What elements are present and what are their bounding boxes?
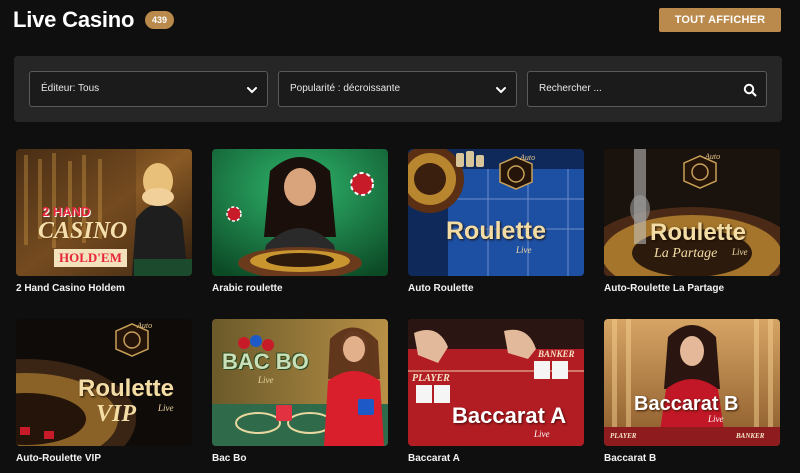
popularity-dropdown[interactable]: Popularité : décroissante [278,71,517,107]
thumb-banker: BANKER [538,349,575,359]
thumb-live: Live [732,247,748,257]
popularity-dropdown-label: Popularité : décroissante [290,83,401,94]
thumb-live: Live [158,403,174,413]
thumb-auto: Auto [705,152,721,161]
game-tile[interactable]: Arabic roulette [212,149,388,294]
chevron-down-icon [496,87,506,94]
thumb-player: PLAYER [412,373,450,384]
game-name: Auto Roulette [408,283,474,294]
game-name: Arabic roulette [212,283,283,294]
search-input[interactable]: Rechercher ... [527,71,767,107]
thumb-auto: Auto [137,321,153,330]
game-tile[interactable]: Baccarat B Live PLAYER BANKER Baccarat B [604,319,780,464]
game-count-badge: 439 [145,11,175,29]
game-tile[interactable]: BAC BO Live Bac Bo [212,319,388,464]
thumb-live: Live [534,429,550,439]
game-thumbnail: Auto Roulette Live [408,149,584,276]
thumb-player: PLAYER [610,432,637,440]
editor-dropdown-label: Éditeur: Tous [41,83,100,94]
page-title: Live Casino [13,7,135,32]
thumb-bac-bo: BAC BO [222,349,309,374]
game-thumbnail: Auto Roulette VIP Live [16,319,192,446]
thumb-live: Live [516,245,532,255]
thumb-roulette: Roulette [650,219,746,246]
game-tile[interactable]: 2 HAND CASINO HOLD'EM 2 Hand Casino Hold… [16,149,192,294]
game-name: Baccarat B [604,453,657,464]
game-name: Auto-Roulette La Partage [604,283,725,294]
game-name: Auto-Roulette VIP [16,453,101,464]
thumb-live: Live [708,414,724,424]
game-thumbnail: Auto Roulette La Partage Live [604,149,780,276]
game-name: Baccarat A [408,453,460,464]
game-thumbnail [212,149,388,276]
search-placeholder: Rechercher ... [539,83,602,94]
page-header: Live Casino 439 TOUT AFFICHER [0,0,800,44]
thumb-baccarat-a: Baccarat A [452,403,567,428]
thumb-baccarat-b: Baccarat B [634,393,739,415]
game-tile[interactable]: Auto Roulette Live Auto Roulette [408,149,584,294]
chevron-down-icon [247,87,257,94]
search-icon [743,83,757,97]
thumb-title-holdem: HOLD'EM [54,249,127,267]
game-name: Bac Bo [212,453,247,464]
thumb-banker: BANKER [736,432,765,440]
thumb-live: Live [258,375,274,385]
filter-panel: Éditeur: Tous Popularité : décroissante … [14,56,782,122]
game-thumbnail: 2 HAND CASINO HOLD'EM [16,149,192,276]
game-thumbnail: PLAYER BANKER Baccarat A Live [408,319,584,446]
thumb-auto: Auto [520,153,536,162]
game-thumbnail: BAC BO Live [212,319,388,446]
game-name: 2 Hand Casino Holdem [16,283,125,294]
game-tile[interactable]: Auto Roulette VIP Live Auto-Roulette VIP [16,319,192,464]
game-thumbnail: Baccarat B Live PLAYER BANKER [604,319,780,446]
thumb-roulette: Roulette [446,217,546,245]
thumb-title-casino: CASINO [38,218,128,244]
thumb-roulette: Roulette [78,375,174,402]
game-tile[interactable]: PLAYER BANKER Baccarat A Live Baccarat A [408,319,584,464]
game-tile[interactable]: Auto Roulette La Partage Live Auto-Roule… [604,149,780,294]
editor-dropdown[interactable]: Éditeur: Tous [29,71,268,107]
thumb-la-partage: La Partage [654,246,718,261]
show-all-button[interactable]: TOUT AFFICHER [659,8,781,32]
thumb-title-2hand: 2 HAND [42,204,91,219]
thumb-vip: VIP [96,401,137,427]
